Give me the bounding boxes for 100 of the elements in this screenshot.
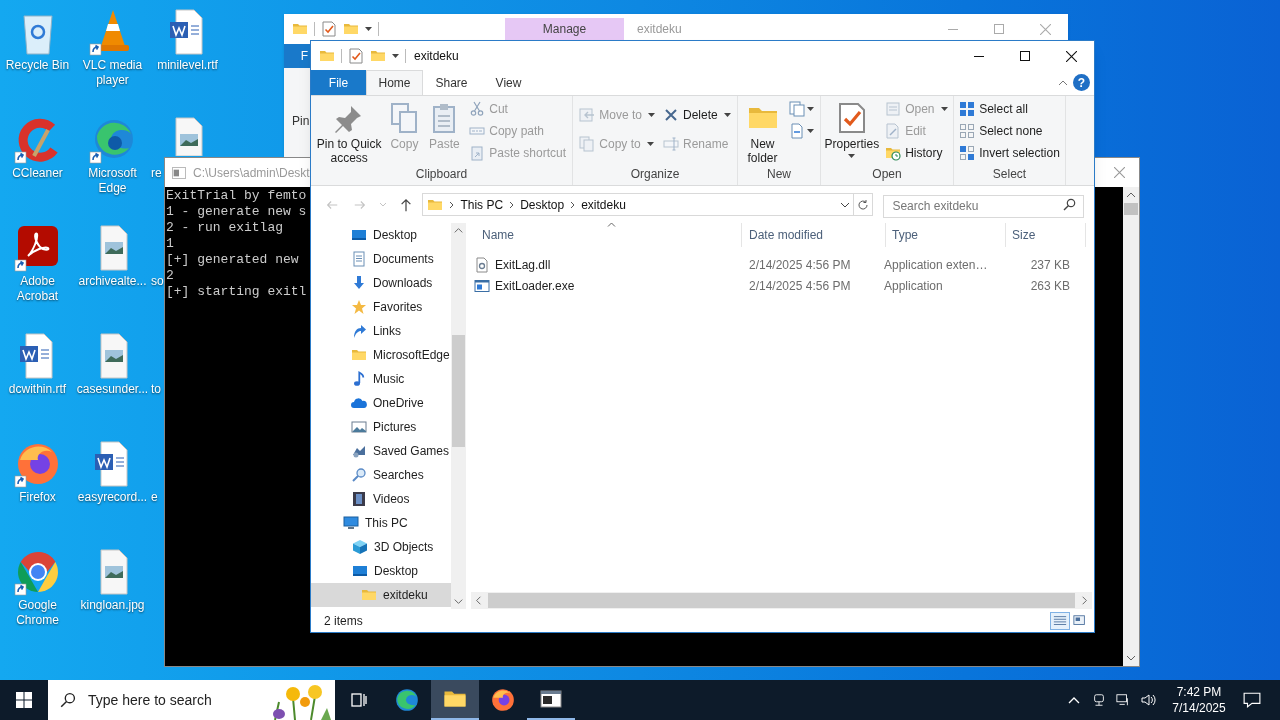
type-cell-text: Application <box>883 277 944 295</box>
scrollbar-thumb[interactable] <box>1124 203 1138 215</box>
properties-button[interactable]: Properties <box>824 98 880 158</box>
console-line: 2 - run exitlag <box>166 220 284 236</box>
address-bar[interactable]: This PC Desktop exitdeku <box>422 193 854 216</box>
taskbar-app-button[interactable] <box>431 680 479 720</box>
nav-item[interactable]: Desktop <box>311 559 451 583</box>
nav-item[interactable]: Desktop <box>311 223 451 247</box>
console-line: ExitTrial by femto <box>166 188 307 204</box>
file-row[interactable]: ExitLag.dll 2/14/2025 4:56 PM Application exten… 237 KB <box>471 254 1094 275</box>
caret-icon <box>940 107 948 111</box>
nav-item[interactable]: exitdeku <box>311 583 451 607</box>
pin-button[interactable]: Pin to Quick access <box>315 98 384 165</box>
nav-item[interactable]: Favorites <box>311 295 451 319</box>
nav-item[interactable]: Music <box>311 367 451 391</box>
column-header[interactable]: Type <box>886 223 1006 247</box>
music-note-icon <box>351 371 367 387</box>
date-cell-text: 2/14/2025 4:56 PM <box>748 277 852 295</box>
group-label: Organize <box>630 166 680 183</box>
close-icon <box>1065 50 1077 62</box>
folder-icon <box>319 48 335 64</box>
file-row[interactable]: ExitLoader.exe 2/14/2025 4:56 PM Application 263 KB <box>471 275 1094 296</box>
nav-item[interactable]: MicrosoftEdge <box>311 343 451 367</box>
ribbon-tab[interactable]: View <box>480 70 537 95</box>
window-title: exitdeku <box>637 21 682 38</box>
nav-item[interactable]: Videos <box>311 487 451 511</box>
history-button[interactable]: History <box>883 142 950 164</box>
caret-icon <box>807 107 814 111</box>
new-item-button[interactable] <box>787 98 816 120</box>
column-header[interactable]: Size <box>1006 223 1086 247</box>
grid-outline-icon <box>959 123 976 139</box>
column-header[interactable]: Name <box>482 223 742 247</box>
column-header[interactable]: Date modified <box>742 223 886 247</box>
ribbon-tab[interactable]: Share <box>423 70 480 95</box>
status-text: 2 items <box>324 612 363 630</box>
search-field[interactable]: Type here to search <box>48 680 335 720</box>
ribbon-tab[interactable]: Home <box>366 70 423 95</box>
task-view-icon <box>350 691 368 709</box>
nav-item[interactable]: This PC <box>311 511 451 535</box>
chevron-up-icon <box>1058 79 1068 86</box>
pencil-page-icon <box>885 123 902 139</box>
maximize-icon <box>1020 51 1030 61</box>
console-line: [+] starting exitl <box>166 284 307 300</box>
window-title: C:\Users\admin\Deskt <box>193 164 310 182</box>
nav-item[interactable]: Searches <box>311 463 451 487</box>
pages-icon <box>579 136 596 152</box>
nav-item[interactable]: 3D Objects <box>311 535 451 559</box>
details-view-button[interactable] <box>1050 611 1070 630</box>
contextual-tab[interactable]: Manage <box>505 18 624 40</box>
new-folder-button[interactable]: New folder <box>742 98 783 165</box>
size-cell-text: 263 KB <box>1029 277 1071 295</box>
breadcrumb[interactable]: exitdeku <box>581 195 626 214</box>
scissors-icon <box>469 101 486 117</box>
grid-icon <box>959 101 976 117</box>
refresh-icon <box>856 198 869 211</box>
settings-file-icon <box>474 256 490 273</box>
group-label: Open <box>872 166 902 183</box>
nav-item[interactable]: Documents <box>311 247 451 271</box>
delete-button[interactable]: Delete <box>661 104 733 126</box>
breadcrumb-chevron-icon <box>449 200 455 209</box>
nav-item[interactable]: Saved Games <box>311 439 451 463</box>
fox-logo-icon <box>490 687 516 713</box>
link-arrow-icon <box>351 323 367 339</box>
file-name: ExitLoader.exe <box>495 277 575 295</box>
chevron-down-icon <box>839 201 850 208</box>
caret-icon <box>807 129 814 133</box>
speech-bubble-icon <box>1243 691 1261 709</box>
type-cell-text: Application exten… <box>883 256 989 274</box>
breadcrumb[interactable]: This PC <box>460 195 504 214</box>
partial-ribbon-tab[interactable]: F <box>284 44 310 68</box>
search-field[interactable]: Search exitdeku <box>883 194 1084 218</box>
scrollbar-thumb[interactable] <box>452 335 465 447</box>
clock[interactable]: 7:42 PM 7/14/2025 <box>1166 684 1232 716</box>
folder-icon <box>292 21 308 37</box>
close-x-icon <box>663 107 679 123</box>
scrollbar-thumb[interactable] <box>488 593 1075 608</box>
invert-selection-button[interactable]: Invert selection <box>957 142 1062 164</box>
cloud-icon <box>351 395 367 411</box>
select-all-button[interactable]: Select all <box>957 98 1062 120</box>
checked-page-icon <box>348 48 364 64</box>
caret-icon <box>392 54 399 58</box>
console-line: 1 <box>166 236 174 252</box>
group-label: Select <box>992 166 1027 183</box>
nav-item[interactable]: Downloads <box>311 271 451 295</box>
monitor-icon <box>1116 693 1130 707</box>
browser-icon <box>394 687 420 713</box>
nav-item[interactable]: OneDrive <box>311 391 451 415</box>
select-none-button[interactable]: Select none <box>957 120 1062 142</box>
nav-item[interactable]: Links <box>311 319 451 343</box>
close-icon <box>1113 167 1125 178</box>
ribbon-tab[interactable]: File <box>311 70 366 95</box>
monitor-icon <box>352 563 368 579</box>
breadcrumb[interactable]: Desktop <box>520 195 565 214</box>
tiles-view-icon <box>1073 613 1087 628</box>
console-line: 1 - generate new s <box>166 204 307 220</box>
breadcrumb-chevron-icon <box>509 200 515 209</box>
help-button[interactable]: ? <box>1073 74 1090 91</box>
nav-item[interactable]: Pictures <box>311 415 451 439</box>
caret-icon <box>723 113 731 117</box>
up-arrow-icon <box>398 197 413 212</box>
